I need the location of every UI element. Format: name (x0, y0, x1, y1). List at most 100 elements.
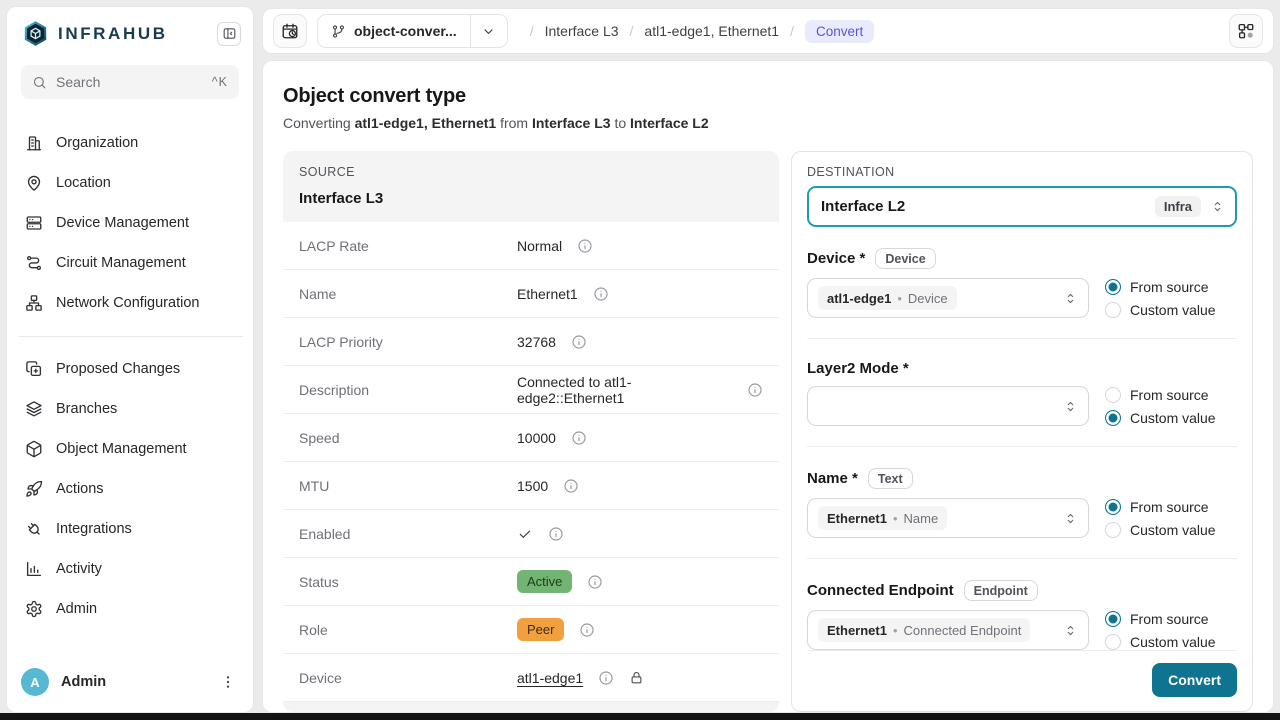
sidebar-item-object-management[interactable]: Object Management (7, 429, 253, 469)
custom-value-radio[interactable]: Custom value (1105, 410, 1237, 426)
from-source-radio[interactable]: From source (1105, 387, 1237, 403)
from-source-radio[interactable]: From source (1105, 279, 1237, 295)
name-select[interactable]: Ethernet1•Name (807, 498, 1089, 538)
sidebar-item-label: Integrations (56, 521, 132, 537)
sidebar-item-device-management[interactable]: Device Management (7, 203, 253, 243)
nav-divider (19, 336, 243, 337)
radio-selected (1105, 499, 1121, 515)
field-label: Device * (807, 250, 865, 267)
sidebar-item-label: Admin (56, 601, 97, 617)
info-icon[interactable] (563, 478, 579, 494)
value-name: atl1-edge1 (827, 291, 891, 306)
connected-endpoint-select[interactable]: Ethernet1•Connected Endpoint (807, 610, 1089, 650)
info-icon[interactable] (577, 238, 593, 254)
sidebar-item-organization[interactable]: Organization (7, 123, 253, 163)
user-menu: A Admin (7, 654, 253, 712)
field-kind-badge: Endpoint (964, 580, 1038, 601)
field-group-name: Name * Text Ethernet1•Name From source C… (807, 468, 1237, 538)
lock-icon (629, 670, 644, 685)
info-icon[interactable] (548, 526, 564, 542)
subtitle-text: to (611, 115, 630, 131)
time-travel-button[interactable] (273, 14, 307, 48)
sidebar-item-integrations[interactable]: Integrations (7, 509, 253, 549)
radio-unselected (1105, 634, 1121, 650)
sidebar-item-label: Network Configuration (56, 295, 199, 311)
sidebar-item-actions[interactable]: Actions (7, 469, 253, 509)
selected-value-pill: atl1-edge1•Device (818, 286, 957, 310)
sidebar-item-network-configuration[interactable]: Network Configuration (7, 283, 253, 323)
table-row: Description Connected to atl1-edge2::Eth… (283, 366, 779, 414)
field-group-device: Device * Device atl1-edge1•Device From s… (807, 248, 1237, 318)
custom-value-radio[interactable]: Custom value (1105, 302, 1237, 318)
custom-value-radio[interactable]: Custom value (1105, 522, 1237, 538)
dot-separator: • (893, 623, 898, 638)
sidebar-item-circuit-management[interactable]: Circuit Management (7, 243, 253, 283)
chevron-down-icon (481, 24, 496, 39)
table-row: Role Peer (283, 606, 779, 654)
sidebar-collapse-button[interactable] (217, 22, 241, 46)
sidebar-item-proposed-changes[interactable]: Proposed Changes (7, 349, 253, 389)
sidebar-item-branches[interactable]: Branches (7, 389, 253, 429)
device-select[interactable]: atl1-edge1•Device (807, 278, 1089, 318)
info-icon[interactable] (571, 430, 587, 446)
sidebar-item-label: Actions (56, 481, 104, 497)
avatar: A (21, 668, 49, 696)
select-stepper-icon (1063, 399, 1078, 414)
breadcrumb-item-object[interactable]: atl1-edge1, Ethernet1 (644, 23, 779, 39)
custom-value-radio[interactable]: Custom value (1105, 634, 1237, 650)
info-icon[interactable] (587, 574, 603, 590)
branch-dropdown-toggle[interactable] (471, 15, 507, 47)
attribute-label: Name (299, 286, 517, 302)
schema-button[interactable] (1229, 14, 1263, 48)
layer2-mode-select[interactable] (807, 386, 1089, 426)
branch-selector[interactable]: object-conver... (317, 14, 508, 48)
attribute-label: MTU (299, 478, 517, 494)
route-icon (25, 254, 43, 272)
info-icon[interactable] (571, 334, 587, 350)
search-box[interactable]: ^K (21, 65, 239, 99)
building-icon (25, 134, 43, 152)
radio-selected (1105, 279, 1121, 295)
from-source-radio[interactable]: From source (1105, 611, 1237, 627)
destination-panel-label: DESTINATION (807, 165, 1237, 179)
breadcrumb-item-convert[interactable]: Convert (805, 20, 874, 43)
from-source-radio[interactable]: From source (1105, 499, 1237, 515)
sidebar-item-location[interactable]: Location (7, 163, 253, 203)
subtitle-from-type: Interface L3 (532, 115, 611, 131)
field-group-layer2-mode: Layer2 Mode * From source Custom value (807, 360, 1237, 426)
info-icon[interactable] (598, 670, 614, 686)
table-row: LACP Priority 32768 (283, 318, 779, 366)
field-group-connected-endpoint: Connected Endpoint Endpoint Ethernet1•Co… (807, 580, 1237, 650)
info-icon[interactable] (579, 622, 595, 638)
user-menu-button[interactable] (217, 671, 239, 693)
chart-icon (25, 560, 43, 578)
table-row: MTU 1500 (283, 462, 779, 510)
sidebar-item-admin[interactable]: Admin (7, 589, 253, 629)
subtitle-object: atl1-edge1, Ethernet1 (355, 115, 497, 131)
convert-button[interactable]: Convert (1152, 663, 1237, 697)
breadcrumb-item-schema[interactable]: Interface L3 (545, 23, 619, 39)
status-badge: Active (517, 570, 572, 593)
info-icon[interactable] (747, 382, 763, 398)
radio-label: From source (1130, 611, 1209, 627)
attribute-label: Speed (299, 430, 517, 446)
git-branch-icon (331, 24, 346, 39)
page-title: Object convert type (283, 85, 1253, 108)
select-stepper-icon (1063, 623, 1078, 638)
search-input[interactable] (56, 74, 203, 90)
radio-label: Custom value (1130, 410, 1216, 426)
sidebar-item-activity[interactable]: Activity (7, 549, 253, 589)
device-link[interactable]: atl1-edge1 (517, 670, 583, 686)
value-source-radios: From source Custom value (1105, 387, 1237, 426)
value-source-radios: From source Custom value (1105, 499, 1237, 538)
server-icon (25, 214, 43, 232)
search-shortcut: ^K (212, 75, 228, 89)
calendar-clock-icon (281, 22, 299, 40)
divider (807, 338, 1237, 339)
destination-type-select[interactable]: Interface L2 Infra (807, 186, 1237, 227)
info-icon[interactable] (593, 286, 609, 302)
destination-type-value: Interface L2 (821, 198, 1146, 215)
window-edge (0, 713, 1280, 720)
plug-icon (25, 520, 43, 538)
attribute-label: Status (299, 574, 517, 590)
